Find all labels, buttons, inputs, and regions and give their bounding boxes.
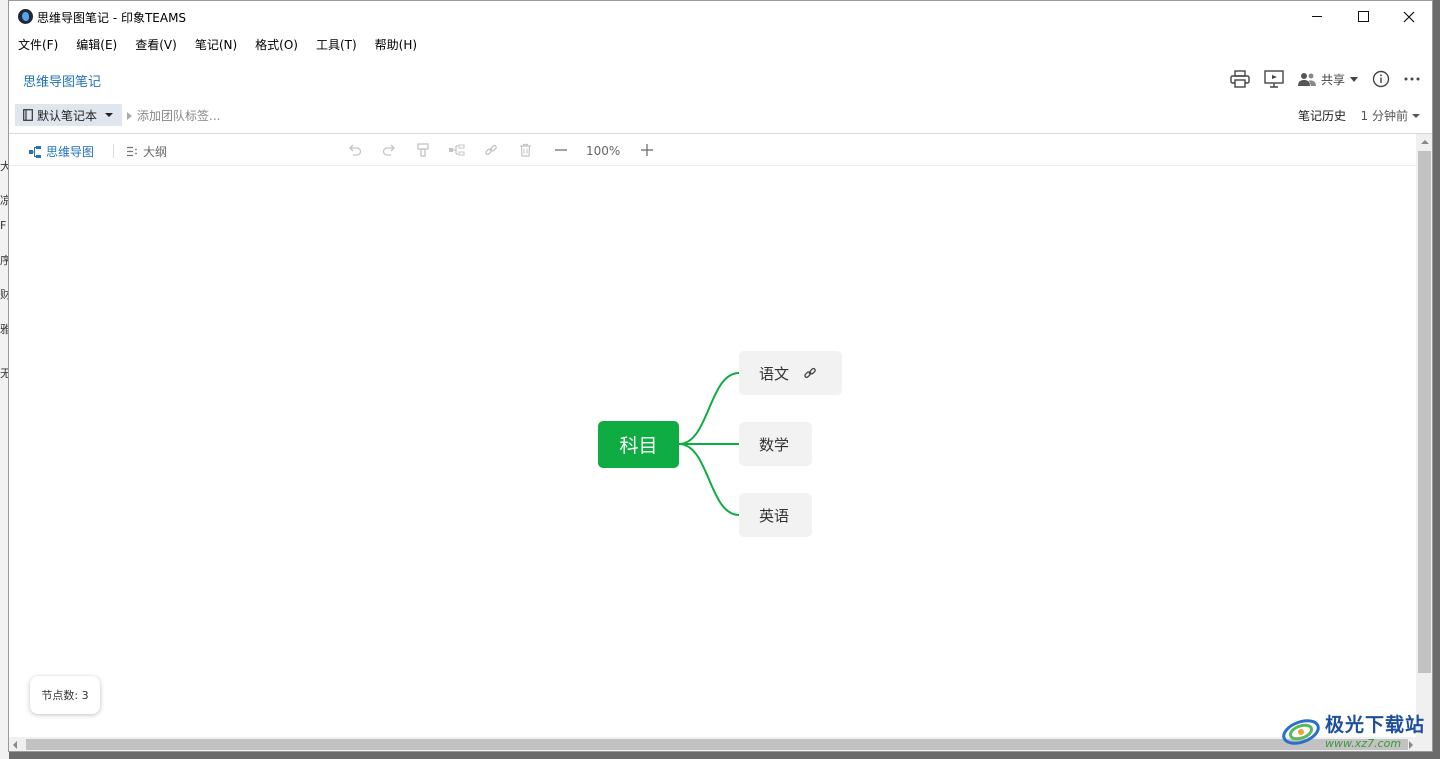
outline-mode-tab[interactable]: 大纲 — [127, 143, 167, 160]
mindmap-mode-tab[interactable]: 思维导图 — [29, 143, 94, 160]
chevron-down-icon — [1350, 76, 1358, 82]
notebook-name: 默认笔记本 — [37, 108, 98, 123]
mindmap-mode-label: 思维导图 — [46, 145, 95, 159]
menu-bar: 文件(F) 编辑(E) 查看(V) 笔记(N) 格式(O) 工具(T) 帮助(H… — [9, 34, 426, 56]
horizontal-scrollbar[interactable] — [9, 737, 1432, 751]
menu-edit[interactable]: 编辑(E) — [67, 34, 126, 56]
print-button[interactable] — [1230, 70, 1250, 88]
mindmap-child-node[interactable]: 数学 — [739, 422, 812, 466]
mindmap-toolbar: 思维导图 大纲 100% — [9, 134, 1416, 166]
zoom-in-button[interactable] — [639, 142, 655, 158]
present-button[interactable] — [1264, 70, 1284, 88]
format-painter-icon — [417, 143, 429, 157]
add-node-icon — [449, 144, 465, 156]
notebook-selector[interactable]: 默认笔记本 — [15, 104, 122, 126]
mindmap-connectors — [678, 372, 740, 516]
watermark-text: 极光下载站 www.xz7.com — [1325, 710, 1425, 750]
tag-arrow-icon — [127, 111, 132, 120]
last-edited-time: 1 分钟前 — [1360, 109, 1408, 123]
connector-line — [678, 372, 740, 445]
horizontal-scroll-thumb[interactable] — [26, 739, 1408, 750]
link-icon — [485, 144, 497, 156]
outline-mode-label: 大纲 — [143, 145, 168, 159]
node-label: 英语 — [759, 506, 790, 525]
notebook-row: 默认笔记本 添加团队标签... 笔记历史 1 分钟前 — [9, 104, 1432, 126]
undo-button[interactable] — [347, 142, 363, 158]
title-bar[interactable]: 思维导图笔记 - 印象TEAMS — [9, 1, 1432, 32]
share-label: 共享 — [1320, 72, 1345, 87]
menu-file[interactable]: 文件(F) — [9, 34, 67, 56]
menu-view[interactable]: 查看(V) — [126, 34, 186, 56]
minimize-button[interactable] — [1294, 1, 1340, 32]
outline-icon — [127, 146, 137, 157]
node-label: 语文 — [759, 364, 790, 383]
note-history-button[interactable]: 笔记历史 — [1298, 107, 1346, 124]
tag-placeholder: 添加团队标签... — [137, 109, 221, 123]
menu-note[interactable]: 笔记(N) — [186, 34, 246, 56]
maximize-button[interactable] — [1340, 1, 1386, 32]
watermark: 极光下载站 www.xz7.com — [1281, 706, 1433, 754]
zoom-out-button[interactable] — [553, 142, 569, 158]
menu-tools[interactable]: 工具(T) — [307, 34, 366, 56]
print-icon — [1230, 70, 1250, 88]
evernote-app-icon — [18, 9, 33, 24]
info-button[interactable] — [1372, 70, 1390, 88]
app-window: 思维导图笔记 - 印象TEAMS 文件(F) 编辑(E) 查看(V) 笔记(N)… — [8, 0, 1433, 752]
more-button[interactable] — [1404, 77, 1420, 81]
menu-help[interactable]: 帮助(H) — [366, 34, 426, 56]
chevron-down-icon — [105, 113, 114, 117]
notebook-icon — [23, 109, 33, 121]
link-icon — [804, 367, 816, 379]
scroll-left-arrow-icon[interactable] — [13, 741, 17, 749]
plus-icon — [641, 144, 653, 156]
close-icon — [1403, 11, 1415, 22]
last-edited-dropdown[interactable]: 1 分钟前 — [1361, 107, 1420, 124]
node-label: 数学 — [759, 435, 790, 454]
delete-button[interactable] — [517, 142, 533, 158]
undo-icon — [349, 144, 362, 156]
trash-icon — [519, 143, 531, 157]
node-count-badge: 节点数: 3 — [30, 676, 100, 714]
watermark-url: www.xz7.com — [1325, 737, 1402, 750]
redo-button[interactable] — [381, 142, 397, 158]
link-button[interactable] — [483, 142, 499, 158]
add-child-button[interactable] — [449, 142, 465, 158]
scroll-up-arrow-icon[interactable] — [1421, 140, 1429, 144]
people-icon — [1297, 73, 1316, 86]
menu-format[interactable]: 格式(O) — [246, 34, 307, 56]
window-title: 思维导图笔记 - 印象TEAMS — [37, 11, 187, 25]
note-toolbar: 共享 — [1230, 66, 1420, 92]
share-button[interactable]: 共享 — [1297, 71, 1358, 88]
watermark-logo-icon — [1282, 719, 1320, 745]
zoom-level: 100% — [586, 144, 621, 158]
tag-input[interactable]: 添加团队标签... — [127, 107, 220, 124]
watermark-name: 极光下载站 — [1325, 714, 1426, 736]
vertical-scroll-thumb[interactable] — [1418, 151, 1431, 673]
redo-icon — [382, 144, 395, 156]
info-icon — [1372, 70, 1390, 88]
more-dots-icon — [1404, 77, 1420, 81]
note-title[interactable]: 思维导图笔记 — [23, 71, 101, 90]
minus-icon — [555, 149, 567, 151]
mindmap-root-node[interactable]: 科目 — [598, 421, 679, 468]
vertical-scrollbar[interactable] — [1416, 134, 1432, 739]
mindmap-icon — [29, 145, 41, 158]
chevron-down-icon — [1412, 113, 1420, 118]
close-button[interactable] — [1386, 1, 1432, 32]
mindmap-child-node[interactable]: 语文 — [739, 351, 842, 395]
presentation-icon — [1264, 70, 1284, 88]
mindmap-editor: 思维导图 大纲 100% 科目 语文 数学 英语 节点数: 3 — [9, 134, 1416, 738]
connector-line — [678, 443, 740, 516]
format-painter-button[interactable] — [415, 142, 431, 158]
mindmap-canvas[interactable]: 科目 语文 数学 英语 节点数: 3 — [9, 166, 1416, 738]
divider — [113, 144, 114, 158]
mindmap-child-node[interactable]: 英语 — [739, 493, 812, 537]
